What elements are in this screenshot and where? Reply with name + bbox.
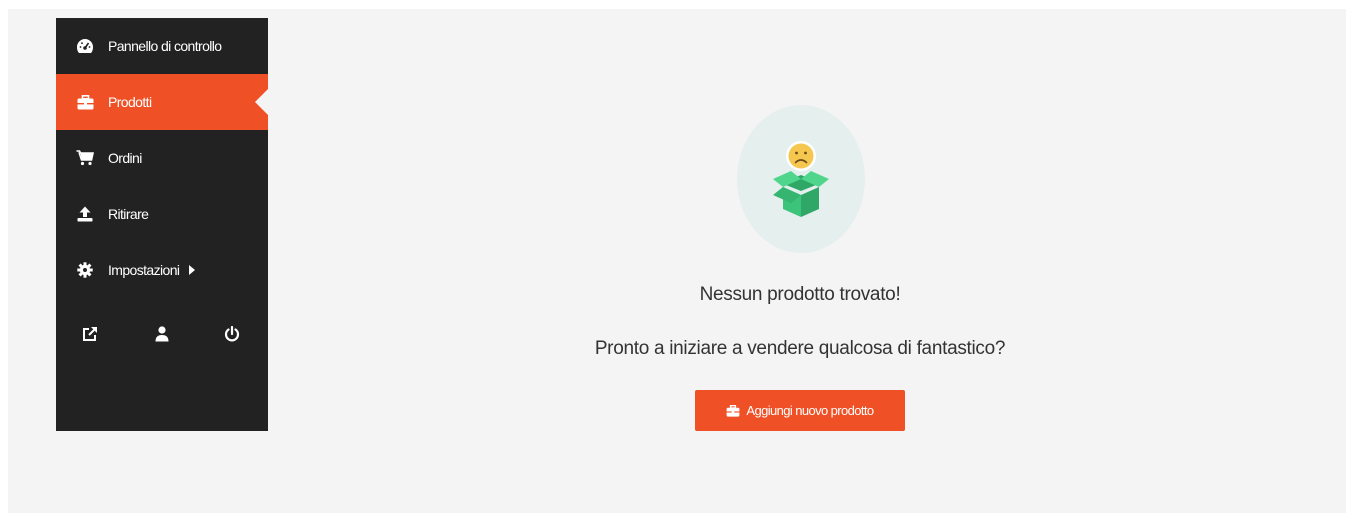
- empty-state-title: Nessun prodotto trovato!: [699, 284, 901, 305]
- sidebar-item-label: Impostazioni: [108, 262, 180, 278]
- external-link-icon[interactable]: [78, 322, 102, 346]
- sidebar-item-settings[interactable]: Impostazioni: [56, 242, 268, 298]
- sidebar: Pannello di controllo Prodotti Ordini Ri…: [56, 18, 268, 431]
- sidebar-item-label: Ritirare: [108, 206, 149, 222]
- active-indicator: [255, 89, 268, 115]
- sidebar-item-label: Prodotti: [108, 94, 152, 110]
- gear-icon: [74, 261, 96, 279]
- empty-state-illustration: [737, 105, 865, 253]
- upload-icon: [74, 205, 96, 223]
- add-new-product-button[interactable]: Aggiungi nuovo prodotto: [695, 390, 905, 431]
- power-icon[interactable]: [220, 322, 244, 346]
- dashboard-icon: [74, 37, 96, 55]
- sidebar-item-products[interactable]: Prodotti: [56, 74, 268, 130]
- sidebar-item-dashboard[interactable]: Pannello di controllo: [56, 18, 268, 74]
- sidebar-item-withdraw[interactable]: Ritirare: [56, 186, 268, 242]
- add-new-product-label: Aggiungi nuovo prodotto: [746, 403, 874, 418]
- sidebar-item-label: Pannello di controllo: [108, 38, 222, 54]
- user-icon[interactable]: [150, 322, 174, 346]
- sidebar-footer: [56, 314, 268, 354]
- sidebar-item-label: Ordini: [108, 150, 142, 166]
- cart-icon: [74, 149, 96, 167]
- empty-state-subtitle: Pronto a iniziare a vendere qualcosa di …: [594, 338, 1006, 359]
- caret-right-icon: [189, 265, 196, 275]
- briefcase-icon: [726, 404, 740, 417]
- sidebar-item-orders[interactable]: Ordini: [56, 130, 268, 186]
- briefcase-icon: [74, 93, 96, 111]
- sad-box-icon: [773, 141, 829, 217]
